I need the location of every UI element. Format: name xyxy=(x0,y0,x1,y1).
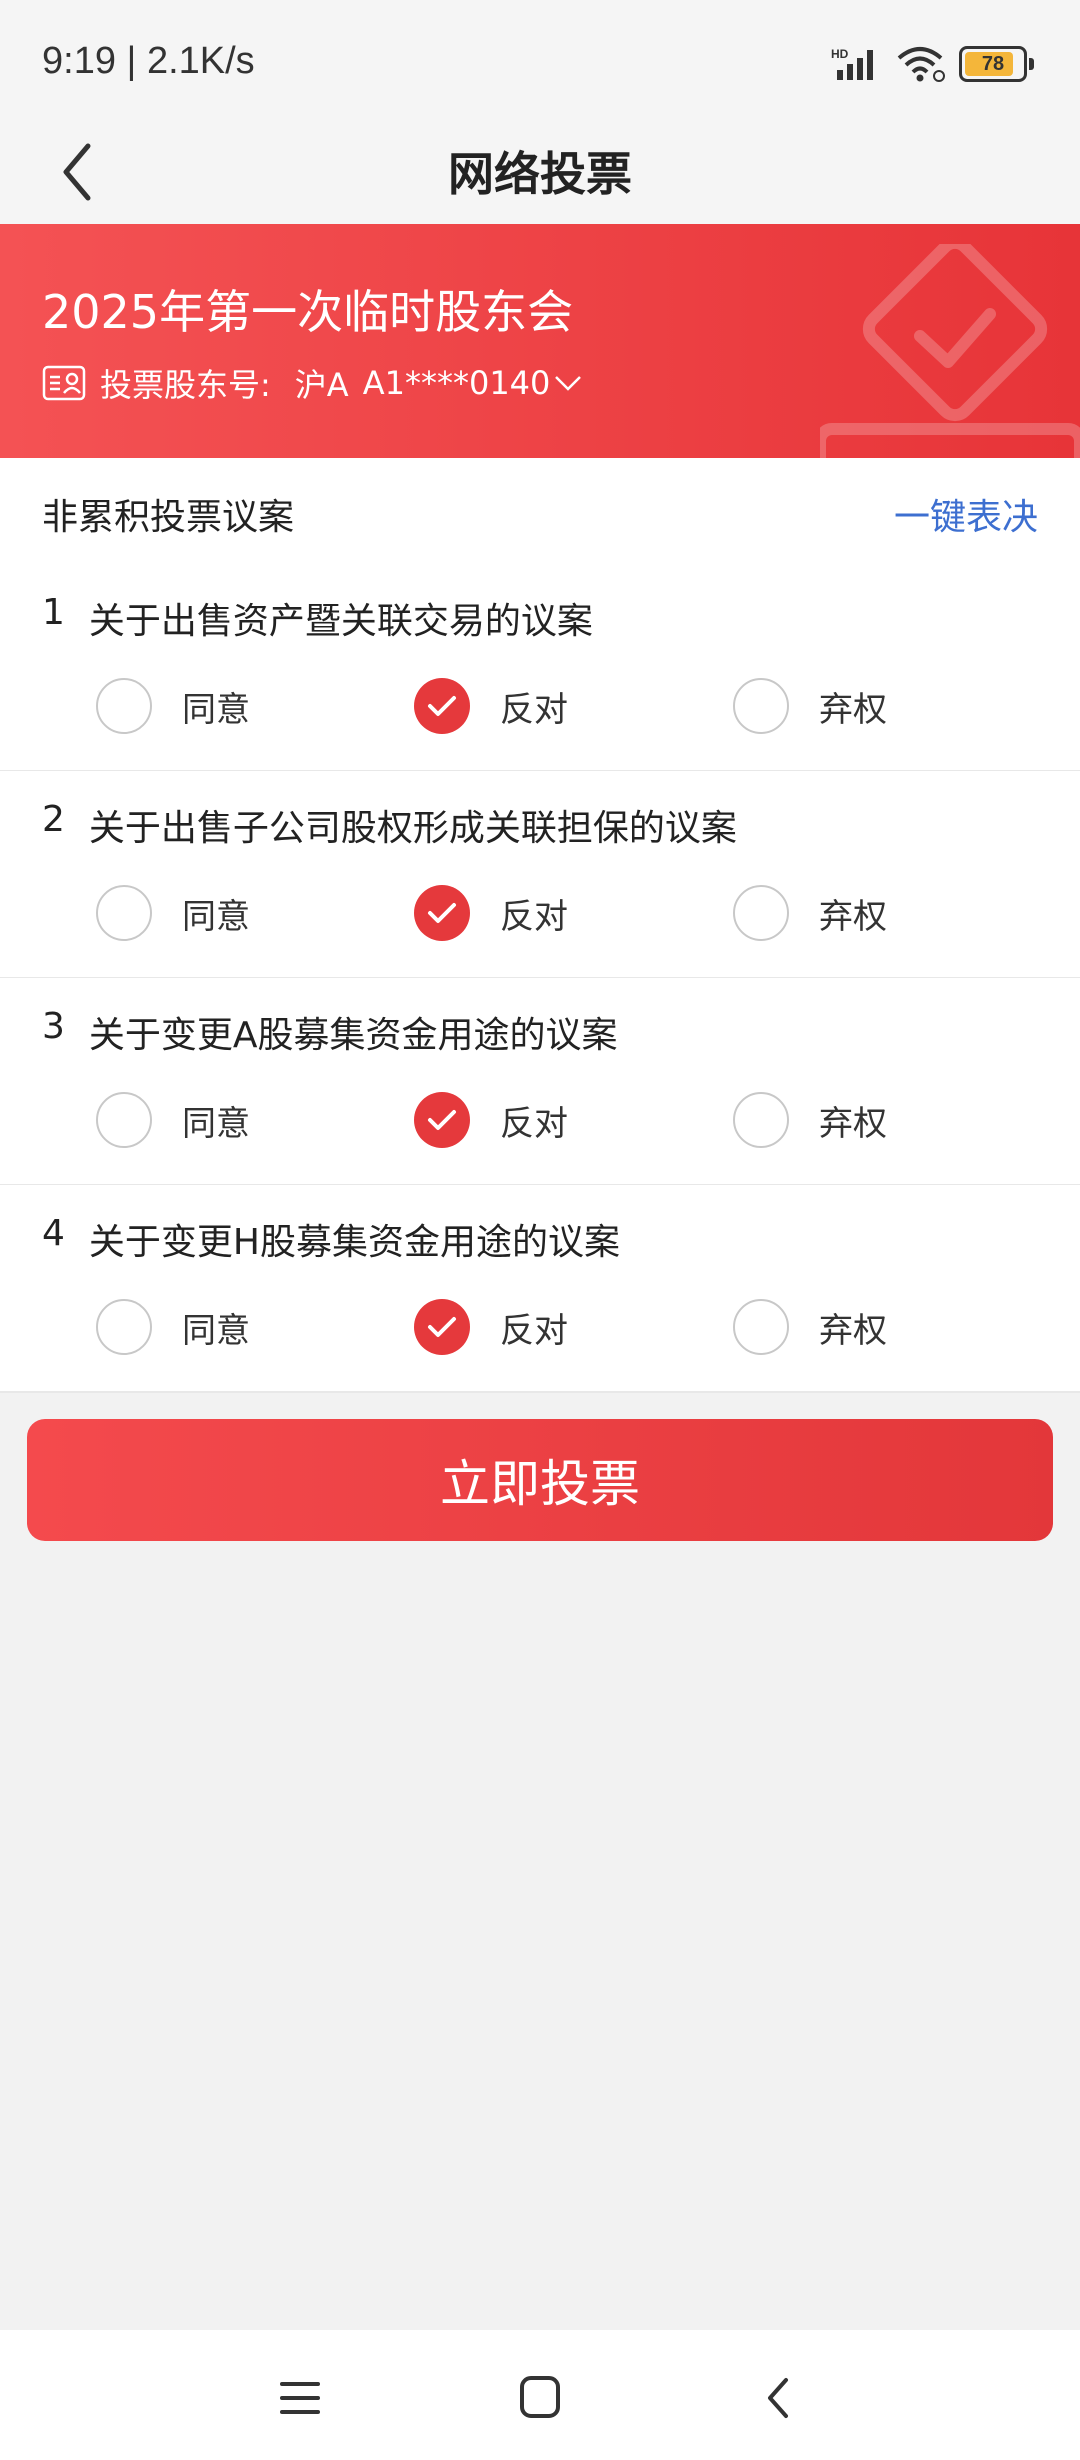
proposal-title: 3 关于变更A股募集资金用途的议案 xyxy=(42,1006,618,1058)
proposal-number: 3 xyxy=(42,1006,65,1047)
vote-now-button[interactable]: 立即投票 xyxy=(27,1419,1053,1541)
radio-icon[interactable] xyxy=(96,1092,152,1148)
proposal-number: 4 xyxy=(42,1213,65,1254)
option-label: 反对 xyxy=(500,896,568,937)
proposal-text: 关于出售资产暨关联交易的议案 xyxy=(88,601,593,642)
market-label: 沪A xyxy=(294,366,349,404)
hd-label: HD xyxy=(831,47,849,61)
option-label: 反对 xyxy=(500,1103,568,1144)
option-label: 反对 xyxy=(500,1310,568,1351)
radio-icon[interactable] xyxy=(733,678,789,734)
option-label: 弃权 xyxy=(819,1310,887,1351)
proposal-item: 3 关于变更A股募集资金用途的议案同意 反对 弃权 xyxy=(0,978,1080,1186)
chevron-down-icon xyxy=(555,376,582,391)
account-selector[interactable]: 投票股东号: 沪A A1****0140 xyxy=(42,360,582,406)
option-abstain[interactable]: 弃权 xyxy=(733,883,887,943)
radio-icon[interactable] xyxy=(733,1299,789,1355)
proposal-title: 4 关于变更H股募集资金用途的议案 xyxy=(42,1213,620,1265)
option-oppose[interactable]: 反对 xyxy=(414,1090,568,1150)
option-agree[interactable]: 同意 xyxy=(96,676,250,736)
radio-checked-icon[interactable] xyxy=(414,678,470,734)
section-title: 非累积投票议案 xyxy=(42,497,295,538)
wifi-icon xyxy=(897,47,945,82)
option-agree[interactable]: 同意 xyxy=(96,1090,250,1150)
menu-button[interactable] xyxy=(270,2370,330,2426)
proposal-text: 关于变更H股募集资金用途的议案 xyxy=(88,1222,620,1263)
proposal-item: 1 关于出售资产暨关联交易的议案同意 反对 弃权 xyxy=(0,564,1080,772)
home-icon xyxy=(520,2376,560,2418)
option-label: 弃权 xyxy=(819,896,887,937)
status-bar: 9:19 | 2.1K/s HD 78 xyxy=(0,0,1080,130)
battery-icon: 78 xyxy=(959,46,1027,82)
menu-icon xyxy=(280,2382,320,2414)
proposal-title: 2 关于出售子公司股权形成关联担保的议案 xyxy=(42,799,737,851)
vote-decoration-icon xyxy=(820,244,1080,458)
option-label: 同意 xyxy=(182,689,250,730)
proposal-item: 2 关于出售子公司股权形成关联担保的议案同意 反对 弃权 xyxy=(0,771,1080,979)
account-label: 投票股东号: xyxy=(100,366,271,404)
radio-icon[interactable] xyxy=(96,885,152,941)
option-label: 同意 xyxy=(182,896,250,937)
option-label: 同意 xyxy=(182,1310,250,1351)
option-oppose[interactable]: 反对 xyxy=(414,1297,568,1357)
one-key-vote-link[interactable]: 一键表决 xyxy=(894,488,1038,540)
system-nav-bar xyxy=(0,2330,1080,2460)
proposal-number: 1 xyxy=(42,592,65,633)
option-oppose[interactable]: 反对 xyxy=(414,883,568,943)
radio-checked-icon[interactable] xyxy=(414,1092,470,1148)
radio-icon[interactable] xyxy=(733,885,789,941)
id-card-icon xyxy=(42,365,86,401)
radio-checked-icon[interactable] xyxy=(414,885,470,941)
status-time: 9:19 | 2.1K/s xyxy=(42,40,255,82)
option-label: 弃权 xyxy=(819,1103,887,1144)
system-back-button[interactable] xyxy=(750,2370,810,2426)
top-nav-bar: 网络投票 xyxy=(0,120,1080,224)
home-button[interactable] xyxy=(510,2370,570,2426)
option-label: 同意 xyxy=(182,1103,250,1144)
option-oppose[interactable]: 反对 xyxy=(414,676,568,736)
radio-icon[interactable] xyxy=(733,1092,789,1148)
back-icon xyxy=(768,2378,788,2418)
radio-checked-icon[interactable] xyxy=(414,1299,470,1355)
meeting-title: 2025年第一次临时股东会 xyxy=(42,285,574,339)
option-label: 弃权 xyxy=(819,689,887,730)
proposal-number: 2 xyxy=(42,799,65,840)
proposal-item: 4 关于变更H股募集资金用途的议案同意 反对 弃权 xyxy=(0,1185,1080,1393)
meeting-banner: 2025年第一次临时股东会 投票股东号: 沪A A1****0140 xyxy=(0,224,1080,458)
radio-icon[interactable] xyxy=(96,678,152,734)
radio-icon[interactable] xyxy=(96,1299,152,1355)
proposal-text: 关于出售子公司股权形成关联担保的议案 xyxy=(88,808,737,849)
option-agree[interactable]: 同意 xyxy=(96,883,250,943)
signal-icon: HD xyxy=(831,47,873,80)
proposal-title: 1 关于出售资产暨关联交易的议案 xyxy=(42,592,593,644)
status-icons: HD 78 xyxy=(831,44,1034,84)
battery-level: 78 xyxy=(981,52,1005,75)
section-header: 非累积投票议案 一键表决 xyxy=(0,458,1080,565)
option-abstain[interactable]: 弃权 xyxy=(733,1297,887,1357)
account-number: A1****0140 xyxy=(362,364,551,402)
page-title: 网络投票 xyxy=(448,147,632,201)
proposal-text: 关于变更A股募集资金用途的议案 xyxy=(88,1015,618,1056)
option-label: 反对 xyxy=(500,689,568,730)
option-agree[interactable]: 同意 xyxy=(96,1297,250,1357)
option-abstain[interactable]: 弃权 xyxy=(733,1090,887,1150)
option-abstain[interactable]: 弃权 xyxy=(733,676,887,736)
